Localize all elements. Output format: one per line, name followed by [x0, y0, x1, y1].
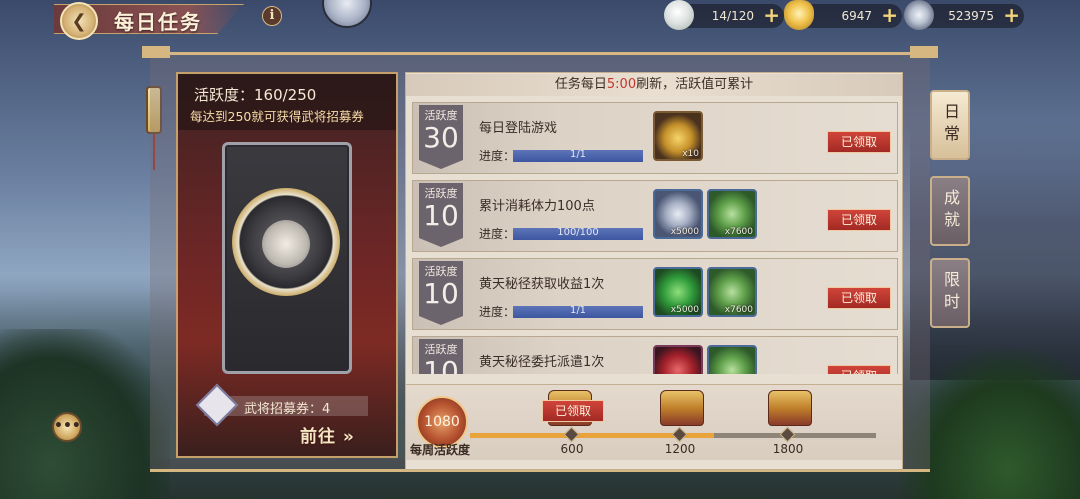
activity-points: 10	[423, 355, 459, 374]
dragon-head-icon	[262, 220, 310, 268]
progress-text: 1/1	[569, 305, 587, 316]
reward-qty: x5000	[670, 227, 699, 237]
activity-badge: 活跃度 10	[419, 339, 463, 374]
resource-silver: 523975 +	[904, 0, 1024, 30]
refresh-suffix: 刷新，活跃值可累计	[636, 77, 754, 92]
goto-button[interactable]: 前往 »	[300, 422, 355, 447]
page-title: 每日任务	[114, 10, 202, 34]
task-row: 活跃度 30 每日登陆游戏 进度： 1/1 x10 已领取	[412, 102, 898, 174]
task-name: 每日登陆游戏	[479, 121, 558, 136]
reward-qty: x5000	[670, 305, 699, 315]
task-list[interactable]: 活跃度 30 每日登陆游戏 进度： 1/1 x10 已领取 活跃度 10 累计消…	[406, 98, 902, 374]
reward-qty: x7600	[724, 227, 753, 237]
reward-qty: x7600	[724, 305, 753, 315]
task-name: 累计消耗体力100点	[479, 199, 595, 214]
milestone-claimed-button[interactable]: 已领取	[542, 400, 604, 422]
recruit-ticket-count: 武将招募券：4	[244, 402, 331, 417]
info-icon[interactable]: i	[262, 6, 282, 26]
background-tree-left	[0, 329, 170, 499]
red-gem-icon[interactable]	[653, 345, 703, 374]
task-row: 活跃度 10 黄天秘径委托派遣1次 已领取	[412, 336, 898, 374]
activity-badge: 活跃度 10	[419, 261, 463, 325]
add-silver-button[interactable]: +	[1003, 5, 1020, 25]
gold-ingot-icon	[784, 0, 814, 30]
resource-gold: 6947 +	[784, 0, 902, 30]
claimed-button[interactable]: 已领取	[827, 209, 891, 231]
tab-daily[interactable]: 日常	[930, 90, 970, 160]
activity-points: 30	[423, 121, 459, 154]
back-arrow-icon[interactable]: ❮	[60, 2, 98, 40]
claimed-button[interactable]: 已领取	[827, 365, 891, 374]
task-row: 活跃度 10 黄天秘径获取收益1次 进度： 1/1 x5000 x7600 已领…	[412, 258, 898, 330]
jade-token-icon[interactable]: x7600	[707, 267, 757, 317]
add-gold-button[interactable]: +	[881, 5, 898, 25]
weekly-activity-label: 每周活跃度	[410, 443, 471, 457]
milestone-value: 600	[560, 442, 584, 456]
refresh-time: 5:00	[606, 77, 637, 92]
progress-text: 100/100	[557, 227, 599, 238]
green-leaf-icon[interactable]: x5000	[653, 267, 703, 317]
top-bar: ❮ 每日任务 i 14/120 + 6947 + 523975 +	[0, 0, 1080, 40]
resource-stamina-value: 14/120	[711, 9, 754, 23]
activity-badge: 活跃度 30	[419, 105, 463, 169]
task-row: 活跃度 10 累计消耗体力100点 进度： 100/100 x5000 x760…	[412, 180, 898, 252]
claimed-button[interactable]: 已领取	[827, 131, 891, 153]
progress-label: 进度：	[479, 227, 516, 241]
avatar-medallion-icon[interactable]	[322, 0, 372, 28]
frame-corner-ornament	[910, 46, 938, 58]
reward-qty: x10	[682, 149, 699, 159]
jade-token-icon[interactable]: x7600	[707, 189, 757, 239]
claimed-button[interactable]: 已领取	[827, 287, 891, 309]
add-stamina-button[interactable]: +	[763, 5, 780, 25]
weekly-activity-bar	[406, 384, 902, 460]
progress-bar: 1/1	[513, 305, 643, 318]
milestone-value: 1800	[772, 442, 804, 456]
resource-stamina: 14/120 +	[664, 0, 784, 30]
activity-points: 10	[423, 277, 459, 310]
task-name: 黄天秘径获取收益1次	[479, 277, 605, 292]
progress-bar: 100/100	[513, 227, 643, 240]
activity-badge: 活跃度 10	[419, 183, 463, 247]
gold-ingot-icon[interactable]: x10	[653, 111, 703, 161]
activity-points: 10	[423, 199, 459, 232]
progress-bar: 1/1	[513, 149, 643, 162]
steamed-bun-icon	[664, 0, 694, 30]
refresh-prefix: 任务每日	[554, 77, 607, 92]
silver-coin-icon	[904, 0, 934, 30]
milestone-value: 1200	[664, 442, 696, 456]
task-name: 黄天秘径委托派遣1次	[479, 355, 605, 370]
tab-achievement[interactable]: 成就	[930, 176, 970, 246]
jade-token-icon[interactable]	[707, 345, 757, 374]
treasure-chest-icon[interactable]	[768, 390, 812, 426]
treasure-chest-icon[interactable]	[660, 390, 704, 426]
tab-limited[interactable]: 限时	[930, 258, 970, 328]
frame-corner-ornament	[142, 46, 170, 58]
progress-label: 进度：	[479, 305, 516, 319]
daily-activity-value: 活跃度：160/250	[194, 86, 317, 104]
resource-silver-value: 523975	[948, 9, 994, 23]
silver-coin-icon[interactable]: x5000	[653, 189, 703, 239]
refresh-notice: 任务每日5:00刷新，活跃值可累计	[406, 74, 902, 96]
progress-label: 进度：	[479, 149, 516, 163]
resource-gold-value: 6947	[841, 9, 872, 23]
chat-bubble-icon[interactable]: •••	[52, 412, 82, 442]
progress-text: 1/1	[569, 149, 587, 160]
activity-reward-tip: 每达到250就可获得武将招募券	[190, 109, 364, 124]
